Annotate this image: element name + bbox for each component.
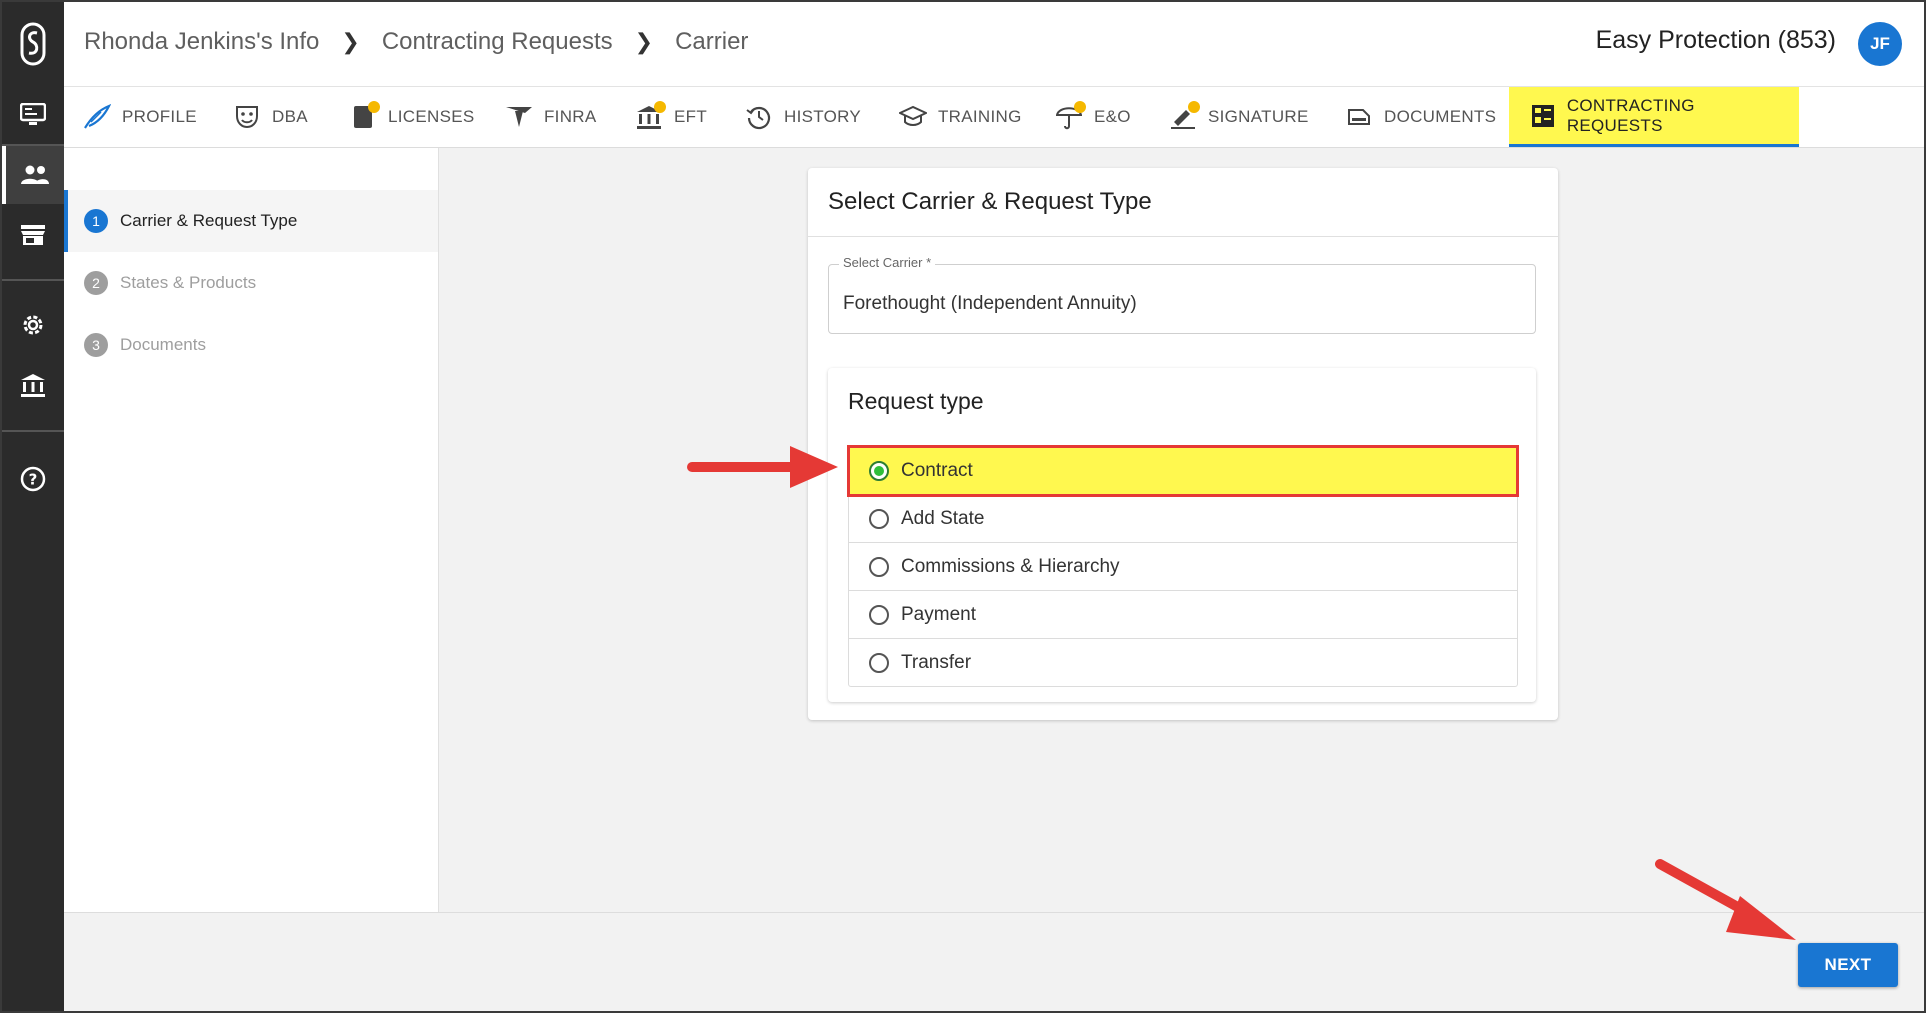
finra-icon	[504, 102, 534, 132]
option-label: Transfer	[901, 651, 972, 673]
radio-icon[interactable]	[869, 508, 889, 529]
breadcrumb-contracting-requests[interactable]: Contracting Requests	[382, 28, 613, 56]
option-add-state[interactable]: Add State	[849, 495, 1517, 543]
documents-icon	[1344, 102, 1374, 132]
graduation-cap-icon	[898, 102, 928, 132]
tab-bar: PROFILE DBA LICENSES FINRA EFT HISTORY T…	[64, 87, 1924, 148]
step-documents[interactable]: 3 Documents	[64, 314, 438, 376]
step-label: Carrier & Request Type	[120, 211, 298, 230]
footer-bar: NEXT	[64, 912, 1924, 1011]
option-label: Contract	[901, 459, 973, 481]
select-carrier-label: Select Carrier *	[839, 255, 936, 270]
annotation-arrow-icon	[687, 446, 838, 488]
mask-icon	[232, 102, 262, 132]
app-logo-icon[interactable]	[2, 2, 64, 86]
option-label: Add State	[901, 507, 985, 529]
step-number: 1	[84, 209, 108, 233]
step-number: 2	[84, 271, 108, 295]
breadcrumb-carrier: Carrier	[675, 28, 749, 55]
carrier-request-card: Select Carrier & Request Type Select Car…	[808, 168, 1558, 720]
tab-documents[interactable]: DOCUMENTS	[1344, 87, 1496, 147]
tab-signature[interactable]: SIGNATURE	[1168, 87, 1309, 147]
app-window: ? Rhonda Jenkins's Info ❯ Contracting Re…	[0, 0, 1926, 1013]
left-rail: ?	[2, 2, 64, 1011]
select-carrier-field[interactable]: Select Carrier * Forethought (Independen…	[828, 255, 1536, 334]
history-icon	[744, 102, 774, 132]
page-header: Rhonda Jenkins's Info ❯ Contracting Requ…	[64, 2, 1924, 87]
step-carrier-request-type[interactable]: 1 Carrier & Request Type	[64, 190, 438, 252]
step-states-products[interactable]: 2 States & Products	[64, 252, 438, 314]
wizard-steps: 1 Carrier & Request Type 2 States & Prod…	[64, 148, 439, 912]
divider	[808, 236, 1558, 237]
alert-badge	[368, 101, 380, 113]
option-label: Payment	[901, 603, 976, 625]
contracting-requests-icon	[1529, 101, 1557, 131]
tab-training[interactable]: TRAINING	[898, 87, 1022, 147]
option-label: Commissions & Hierarchy	[901, 555, 1120, 577]
card-title: Select Carrier & Request Type	[828, 188, 1152, 215]
chevron-right-icon: ❯	[341, 29, 360, 54]
tab-contracting-requests[interactable]: CONTRACTING REQUESTS	[1509, 87, 1799, 147]
radio-icon[interactable]	[869, 652, 889, 673]
annotation-arrow-icon	[1655, 859, 1796, 940]
breadcrumb: Rhonda Jenkins's Info ❯ Contracting Requ…	[84, 28, 748, 56]
option-contract[interactable]: Contract	[847, 445, 1519, 497]
option-transfer[interactable]: Transfer	[849, 639, 1517, 686]
step-label: Documents	[120, 335, 206, 354]
radio-icon[interactable]	[869, 604, 889, 625]
bank-icon	[634, 101, 666, 132]
radio-icon[interactable]	[869, 556, 889, 577]
option-commissions-hierarchy[interactable]: Commissions & Hierarchy	[849, 543, 1517, 591]
step-label: States & Products	[120, 273, 257, 292]
dashboard-icon[interactable]	[2, 86, 64, 144]
request-type-panel: Request type Contract Add State Commissi…	[828, 368, 1536, 702]
tab-eft[interactable]: EFT	[634, 87, 707, 147]
svg-text:?: ?	[29, 471, 38, 489]
tab-profile[interactable]: PROFILE	[82, 87, 197, 147]
alert-badge	[1074, 101, 1086, 113]
tab-eo[interactable]: E&O	[1054, 87, 1131, 147]
breadcrumb-agent-info[interactable]: Rhonda Jenkins's Info	[84, 28, 319, 56]
select-carrier-value: Forethought (Independent Annuity)	[843, 293, 1137, 314]
avatar[interactable]: JF	[1858, 22, 1902, 66]
store-icon[interactable]	[2, 206, 64, 264]
agency-name: Easy Protection (853)	[1595, 26, 1836, 54]
tab-dba[interactable]: DBA	[232, 87, 308, 147]
alert-badge	[654, 101, 666, 113]
next-button[interactable]: NEXT	[1798, 943, 1898, 987]
help-icon[interactable]: ?	[2, 450, 64, 508]
institution-icon[interactable]	[2, 356, 64, 414]
step-number: 3	[84, 333, 108, 357]
signature-icon	[1168, 101, 1200, 132]
alert-badge	[1188, 101, 1200, 113]
option-payment[interactable]: Payment	[849, 591, 1517, 639]
tab-finra[interactable]: FINRA	[504, 87, 597, 147]
radio-selected-icon[interactable]	[869, 460, 889, 481]
umbrella-icon	[1054, 101, 1086, 132]
license-icon	[348, 101, 380, 132]
settings-gear-icon[interactable]	[2, 296, 64, 354]
tab-licenses[interactable]: LICENSES	[348, 87, 475, 147]
people-icon[interactable]	[2, 146, 64, 204]
feather-icon	[82, 102, 112, 132]
request-type-options: Contract Add State Commissions & Hierarc…	[847, 445, 1519, 687]
request-type-title: Request type	[848, 388, 984, 414]
tab-history[interactable]: HISTORY	[744, 87, 861, 147]
chevron-right-icon: ❯	[634, 29, 654, 54]
